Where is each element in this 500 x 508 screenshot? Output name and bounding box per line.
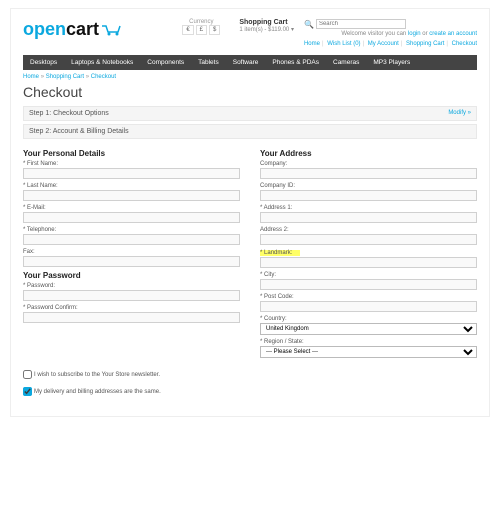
welcome-text: Welcome visitor you can login or create …: [304, 29, 477, 39]
password-heading: Your Password: [23, 271, 240, 280]
modify-link[interactable]: Modify »: [448, 110, 471, 117]
password-input[interactable]: [23, 290, 240, 301]
currency-eur[interactable]: €: [182, 25, 193, 35]
nav-laptops[interactable]: Laptops & Notebooks: [64, 55, 140, 70]
password-confirm-input[interactable]: [23, 312, 240, 323]
login-link[interactable]: login: [408, 31, 421, 37]
personal-heading: Your Personal Details: [23, 149, 240, 158]
nav-components[interactable]: Components: [140, 55, 191, 70]
nav-tablets[interactable]: Tablets: [191, 55, 226, 70]
page-title: Checkout: [23, 82, 477, 106]
address2-input[interactable]: [260, 234, 477, 245]
currency-gbp[interactable]: £: [196, 25, 207, 35]
last-name-input[interactable]: [23, 190, 240, 201]
address-heading: Your Address: [260, 149, 477, 158]
link-wishlist[interactable]: Wish List (0): [327, 41, 360, 47]
region-select[interactable]: --- Please Select ---: [260, 346, 477, 358]
city-input[interactable]: [260, 279, 477, 290]
companyid-input[interactable]: [260, 190, 477, 201]
breadcrumb: Home » Shopping Cart » Checkout: [23, 70, 477, 82]
newsletter-checkbox[interactable]: [23, 370, 32, 379]
step-1-header[interactable]: Step 1: Checkout OptionsModify »: [23, 106, 477, 121]
currency-usd[interactable]: $: [209, 25, 220, 35]
create-account-link[interactable]: create an account: [429, 31, 477, 37]
link-cart[interactable]: Shopping Cart: [406, 41, 444, 47]
landmark-label: Landmark:: [260, 250, 300, 256]
main-nav: Desktops Laptops & Notebooks Components …: [23, 55, 477, 70]
nav-mp3[interactable]: MP3 Players: [366, 55, 417, 70]
link-home[interactable]: Home: [304, 41, 320, 47]
same-address-checkbox[interactable]: [23, 387, 32, 396]
postcode-input[interactable]: [260, 301, 477, 312]
link-account[interactable]: My Account: [368, 41, 399, 47]
search-input[interactable]: [316, 19, 406, 29]
step-2-header[interactable]: Step 2: Account & Billing Details: [23, 124, 477, 139]
nav-cameras[interactable]: Cameras: [326, 55, 366, 70]
first-name-input[interactable]: [23, 168, 240, 179]
currency-switcher: Currency €£$: [181, 19, 221, 35]
landmark-input[interactable]: [260, 257, 477, 268]
telephone-input[interactable]: [23, 234, 240, 245]
nav-desktops[interactable]: Desktops: [23, 55, 64, 70]
nav-phones[interactable]: Phones & PDAs: [265, 55, 326, 70]
nav-software[interactable]: Software: [226, 55, 266, 70]
link-checkout[interactable]: Checkout: [452, 41, 477, 47]
cart-icon: [101, 23, 123, 37]
country-select[interactable]: United Kingdom: [260, 323, 477, 335]
fax-input[interactable]: [23, 256, 240, 267]
mini-cart[interactable]: Shopping Cart 1 item(s) - $119.00 ▾: [231, 19, 294, 33]
company-input[interactable]: [260, 168, 477, 179]
address1-input[interactable]: [260, 212, 477, 223]
email-input[interactable]: [23, 212, 240, 223]
search-icon[interactable]: 🔍: [304, 20, 314, 29]
logo[interactable]: opencart: [23, 19, 123, 40]
